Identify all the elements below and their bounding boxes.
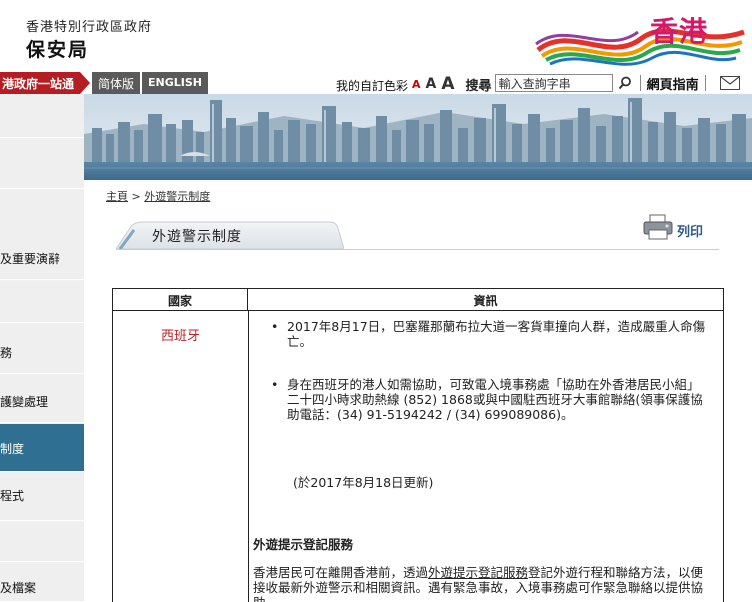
brand-ribbon-icon: [535, 28, 745, 66]
page-title: 外遊警示制度: [152, 229, 242, 245]
country-cell: 西班牙: [160, 329, 200, 344]
gov-portal-arrow-icon: [80, 72, 91, 94]
search-label: 搜尋: [465, 78, 492, 94]
sidebar-item-speeches[interactable]: 及重要演辭: [0, 190, 84, 280]
font-size-medium-button[interactable]: A: [426, 76, 437, 92]
sidebar: 及重要演辭 務 護變處理 制度 程式 及檔案: [0, 94, 84, 602]
dept-subtitle: 香港特別行政區政府: [26, 20, 153, 35]
bullet-dot-icon: •: [271, 377, 279, 392]
nav-divider: [639, 75, 641, 91]
sidebar-item-2[interactable]: [0, 139, 84, 189]
table-column-divider: [248, 311, 249, 602]
print-button[interactable]: 列印: [643, 214, 703, 244]
gov-portal-link[interactable]: 港政府一站通: [0, 72, 81, 94]
sidebar-item-4[interactable]: [0, 281, 84, 323]
info-bullet-text: 身在西班牙的港人如需協助，可致電入境事務處「協助在外香港居民小組」二十四小時求助…: [287, 377, 703, 422]
travel-alert-table: 國家 資訊 西班牙 • 2017年8月17日，巴塞羅那蘭布拉大道一客貨車撞向人群…: [112, 288, 724, 602]
nav-left-group: 港政府一站通 简体版 ENGLISH: [0, 72, 209, 94]
font-size-large-button[interactable]: A: [441, 74, 454, 94]
sidebar-item-1[interactable]: [0, 94, 84, 138]
nav-divider: [704, 75, 706, 91]
lang-english-link[interactable]: ENGLISH: [142, 72, 209, 94]
table-header-country: 國家: [113, 289, 248, 311]
breadcrumb-current-link[interactable]: 外遊警示制度: [144, 190, 210, 203]
registration-title: 外遊提示登記服務: [253, 537, 354, 552]
sidebar-item-archives[interactable]: 及檔案: [0, 563, 84, 602]
update-note: (於2017年8月18日更新): [293, 475, 434, 490]
nav-right-group: 我的自訂色彩 A A A 搜尋 網頁指南: [336, 72, 740, 94]
brand-hong-kong-logo[interactable]: 香港: [530, 4, 750, 70]
font-size-small-button[interactable]: A: [412, 78, 421, 91]
title-divider: [116, 249, 719, 250]
registration-body: 香港居民可在離開香港前，透過外遊提示登記服務登記外遊行程和聯絡方法，以便接收最新…: [253, 565, 715, 602]
mail-icon[interactable]: [719, 76, 740, 90]
bullet-dot-icon: •: [271, 319, 279, 334]
breadcrumb: 主頁 > 外遊警示制度: [106, 188, 210, 204]
page: 香港特別行政區政府 保安局 香港 港政府一站通 简体版 ENGLISH 我的自訂…: [0, 0, 752, 602]
printer-icon: [643, 214, 673, 244]
breadcrumb-separator: >: [128, 190, 145, 203]
lang-simplified-link[interactable]: 简体版: [92, 72, 141, 94]
info-bullet-text: 2017年8月17日，巴塞羅那蘭布拉大道一客貨車撞向人群，造成嚴重人命傷亡。: [287, 319, 706, 349]
skyline-banner-image: [84, 94, 752, 180]
header: 香港特別行政區政府 保安局 香港: [0, 0, 752, 72]
top-nav: 港政府一站通 简体版 ENGLISH 我的自訂色彩 A A A 搜尋 網頁指南: [0, 72, 752, 94]
search-icon[interactable]: [616, 74, 634, 92]
colour-scheme-link[interactable]: 我的自訂色彩: [336, 77, 408, 94]
sidebar-item-9[interactable]: [0, 522, 84, 562]
brand-text: 香港: [650, 15, 709, 48]
table-header-info: 資訊: [248, 289, 723, 311]
dept-title[interactable]: 保安局: [26, 35, 89, 62]
sidebar-item-incident-handling[interactable]: 護變處理: [0, 375, 84, 423]
site-guide-link[interactable]: 網頁指南: [647, 74, 699, 93]
registration-text: 香港居民可在離開香港前，透過: [253, 565, 429, 580]
print-label: 列印: [677, 224, 704, 240]
breadcrumb-home-link[interactable]: 主頁: [106, 190, 128, 203]
sidebar-item-services[interactable]: 務: [0, 324, 84, 374]
sidebar-item-procedures[interactable]: 程式: [0, 473, 84, 521]
search-input[interactable]: [494, 74, 613, 92]
sidebar-item-outbound-travel-alert[interactable]: 制度: [0, 424, 84, 472]
registration-service-link[interactable]: 外遊提示登記服務: [428, 565, 528, 580]
